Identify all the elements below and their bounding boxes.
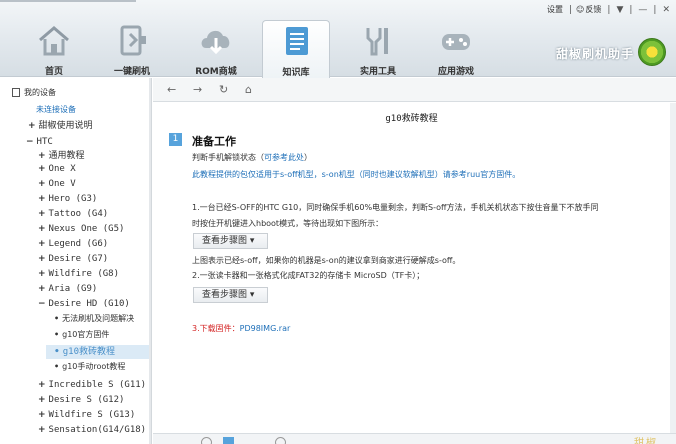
menu-dropdown-icon[interactable]: ▼ bbox=[616, 5, 623, 15]
tree-item-desire[interactable]: + Desire (G7) bbox=[38, 254, 108, 264]
flash-icon bbox=[120, 25, 146, 56]
tree-item-wildfire[interactable]: + Wildfire (G8) bbox=[38, 269, 119, 279]
title-strip bbox=[0, 0, 136, 2]
tree-item-aria[interactable]: + Aria (G9) bbox=[38, 284, 97, 294]
tree-item-incredible-s[interactable]: + Incredible S (G11) bbox=[38, 380, 146, 390]
nav-knowledge-label: 知识库 bbox=[282, 68, 310, 78]
step2-text: 2.一张读卡器和一张格式化成FAT32的存储卡 MicroSD（TF卡）； bbox=[192, 271, 425, 280]
gamepad-icon bbox=[442, 34, 470, 50]
tree-item-htc[interactable]: − HTC bbox=[26, 137, 53, 147]
tree-item-g10-unbrick[interactable]: • g10救砖教程 bbox=[46, 345, 150, 359]
tools-icon bbox=[366, 28, 388, 56]
article-content: g10救砖教程 1 准备工作 判断手机解锁状态（可参考此处） 此教程提供的包仅适… bbox=[153, 103, 670, 433]
tree-item-desirehd[interactable]: − Desire HD (G10) bbox=[38, 299, 130, 309]
page-next-icon[interactable] bbox=[275, 437, 286, 444]
nav-knowledge[interactable]: 知识库 bbox=[262, 20, 330, 78]
tree-item-wildfire-s[interactable]: + Wildfire S (G13) bbox=[38, 410, 135, 420]
phone-icon bbox=[12, 88, 20, 97]
tree-item-hero[interactable]: + Hero (G3) bbox=[38, 194, 97, 204]
nav-rom-label: ROM商城 bbox=[195, 67, 237, 77]
nav-home[interactable]: 首页 bbox=[20, 20, 88, 77]
settings-link[interactable]: 设置 bbox=[547, 4, 563, 15]
watermark-text: 甜椒 bbox=[634, 438, 658, 444]
nav-apps-label: 应用游戏 bbox=[437, 67, 474, 77]
top-bar: 设置 | ☺ 反馈 | ▼ | — | ✕ 首页 一键刷机 ROM商城 知识库 … bbox=[0, 0, 676, 78]
scope-note: 此教程提供的包仅适用于s-off机型，s-on机型（同时也建议软解机型）请参考r… bbox=[192, 170, 521, 179]
content-scrollbar[interactable] bbox=[670, 103, 676, 433]
home-icon bbox=[39, 26, 69, 56]
tree-item-sensation[interactable]: + Sensation(G14/G18) bbox=[38, 425, 146, 435]
divider: | bbox=[569, 4, 573, 15]
nav-rom[interactable]: ROM商城 bbox=[182, 20, 250, 77]
tree-item-tattoo[interactable]: + Tattoo (G4) bbox=[38, 209, 108, 219]
divider: | bbox=[607, 4, 611, 15]
feedback-link[interactable]: 反馈 bbox=[585, 4, 601, 15]
tree-item-onex[interactable]: + One X bbox=[38, 164, 76, 174]
soff-note: 上图表示已经s-off，如果你的机器是s-on的建议拿到商家进行硬解成s-off… bbox=[192, 256, 461, 265]
nav-apps[interactable]: 应用游戏 bbox=[422, 20, 490, 77]
tree-item-legend[interactable]: + Legend (G6) bbox=[38, 239, 108, 249]
article-title: g10救砖教程 bbox=[385, 114, 438, 124]
step-title: 准备工作 bbox=[192, 135, 236, 148]
brand-logo-icon bbox=[638, 38, 666, 66]
nav-flash-label: 一键刷机 bbox=[113, 67, 150, 77]
document-icon bbox=[286, 27, 308, 55]
device-status[interactable]: 未连接设备 bbox=[36, 104, 76, 115]
firmware-download-link[interactable]: PD98IMG.rar bbox=[240, 324, 291, 333]
refresh-icon[interactable]: ↻ bbox=[219, 83, 228, 96]
nav-tools[interactable]: 实用工具 bbox=[344, 20, 412, 77]
window-controls: 设置 | ☺ 反馈 | ▼ | — | ✕ bbox=[541, 4, 670, 15]
reference-link[interactable]: 可参考此处 bbox=[264, 153, 304, 162]
tree-item-guide[interactable]: + 甜椒使用说明 bbox=[28, 118, 93, 131]
feedback-icon[interactable]: ☺ bbox=[576, 5, 584, 14]
nav-flash[interactable]: 一键刷机 bbox=[98, 20, 166, 77]
browser-toolbar: ← → ↻ ⌂ bbox=[153, 78, 676, 102]
tree-item-onev[interactable]: + One V bbox=[38, 179, 76, 189]
my-device-label: 我的设备 bbox=[24, 88, 56, 97]
step3-text: 3.下载固件：PD98IMG.rar bbox=[192, 324, 291, 333]
cloud-download-icon bbox=[201, 30, 230, 55]
bottom-bar: 甜椒 bbox=[153, 433, 676, 444]
divider: | bbox=[653, 4, 657, 15]
sidebar-scrollbar[interactable] bbox=[149, 78, 151, 444]
sidebar: 我的设备 未连接设备 + 甜椒使用说明 − HTC + 通用教程 + One X + On… bbox=[0, 78, 152, 444]
tree-item-g10-root[interactable]: • g10手动root教程 bbox=[54, 361, 125, 372]
tree-item-flash-issues[interactable]: • 无法刷机及问题解决 bbox=[54, 313, 134, 324]
divider: | bbox=[629, 4, 633, 15]
tree-item-general[interactable]: + 通用教程 bbox=[38, 148, 85, 161]
nav-tools-label: 实用工具 bbox=[359, 67, 396, 77]
brand-name: 甜椒刷机助手 bbox=[555, 47, 634, 61]
home-nav-icon[interactable]: ⌂ bbox=[245, 83, 252, 96]
unlock-check-line: 判断手机解锁状态（可参考此处） bbox=[192, 153, 312, 162]
my-device-header[interactable]: 我的设备 bbox=[12, 87, 56, 98]
page-prev-icon[interactable] bbox=[201, 437, 212, 444]
page-current-indicator[interactable] bbox=[223, 437, 234, 444]
step1-text: 1.一台已经S-OFF的HTC G10，同时确保手机60%电量剩余，判断S-of… bbox=[192, 203, 599, 212]
close-icon[interactable]: ✕ bbox=[662, 5, 670, 15]
view-steps-button-1[interactable]: 查看步骤图 ▾ bbox=[193, 233, 268, 249]
step-number: 1 bbox=[169, 133, 182, 146]
back-icon[interactable]: ← bbox=[167, 83, 176, 96]
tree-item-nexusone[interactable]: + Nexus One (G5) bbox=[38, 224, 124, 234]
tree-item-g10-firmware[interactable]: • g10官方固件 bbox=[54, 329, 109, 340]
forward-icon[interactable]: → bbox=[193, 83, 202, 96]
view-steps-button-2[interactable]: 查看步骤图 ▾ bbox=[193, 287, 268, 303]
tree-item-desire-s[interactable]: + Desire S (G12) bbox=[38, 395, 124, 405]
nav-home-label: 首页 bbox=[44, 67, 63, 77]
minimize-icon[interactable]: — bbox=[638, 5, 647, 15]
step1-text-cont: 时按住开机键进入hboot模式，等待出现如下图所示： bbox=[192, 219, 384, 228]
